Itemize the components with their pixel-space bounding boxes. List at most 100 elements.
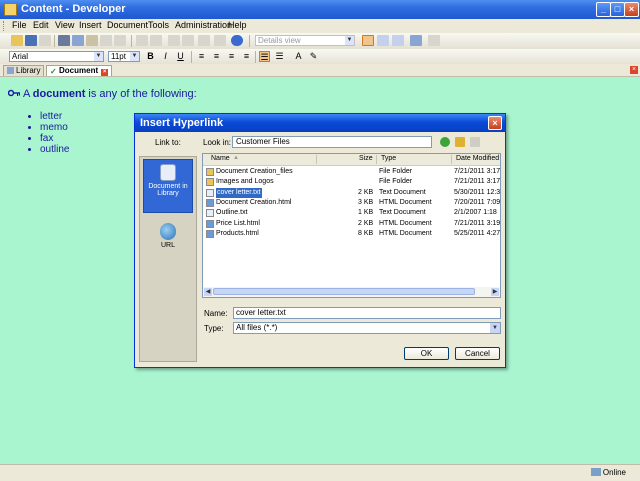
file-row[interactable]: Price List.html 2 KB HTML Document 7/21/201…	[203, 219, 500, 229]
file-row[interactable]: Document Creation.html 3 KB HTML Document 7…	[203, 198, 500, 208]
menu-help[interactable]: Help	[228, 20, 247, 30]
up-folder-icon[interactable]	[455, 137, 465, 147]
column-date-modified[interactable]: Date Modified	[456, 155, 499, 162]
menu-tools[interactable]: Tools	[148, 20, 169, 30]
chevron-down-icon: ▼	[345, 36, 354, 45]
file-date: 7/20/2011 7:09	[454, 198, 500, 206]
delete-icon[interactable]	[100, 35, 112, 46]
list-item: outline	[40, 144, 69, 155]
table-icon[interactable]	[214, 35, 226, 46]
column-size[interactable]: Size	[359, 155, 373, 162]
sidebar-item-document-in-library[interactable]: Document in Library	[143, 159, 193, 213]
copy-icon[interactable]	[72, 35, 84, 46]
menu-administration[interactable]: Administration	[175, 20, 232, 30]
scroll-right-icon[interactable]: ▶	[491, 288, 499, 296]
file-row[interactable]: cover letter.txt 2 KB Text Document 5/30/20…	[203, 187, 500, 198]
network-icon	[590, 468, 601, 476]
column-name[interactable]: Name	[211, 155, 230, 162]
cut-icon[interactable]	[58, 35, 70, 46]
redo-icon[interactable]	[150, 35, 162, 46]
menu-view[interactable]: View	[55, 20, 74, 30]
file-date: 7/21/2011 3:19	[454, 219, 500, 227]
save-icon[interactable]	[25, 35, 37, 46]
look-in-combo[interactable]: Customer Files	[232, 136, 432, 148]
status-bar: Online	[0, 464, 640, 481]
status-online-label: Online	[602, 468, 626, 477]
file-name: Price List.html	[216, 219, 260, 227]
justify-icon[interactable]: ≡	[241, 51, 252, 62]
heading-text-post: is any of the following:	[85, 88, 197, 100]
print-icon[interactable]	[39, 35, 51, 46]
menu-insert[interactable]: Insert	[79, 20, 102, 30]
link-to-label: Link to:	[155, 138, 181, 147]
view-combo-value: Details view	[258, 36, 301, 45]
align-right-icon[interactable]: ≡	[226, 51, 237, 62]
file-name: Products.html	[216, 229, 259, 237]
document-close-icon[interactable]: ×	[630, 66, 638, 74]
horizontal-scrollbar[interactable]: ◀ ▶	[203, 287, 500, 297]
file-row[interactable]: Images and Logos File Folder 7/21/2011 3:1…	[203, 177, 500, 187]
html-file-icon	[206, 229, 214, 238]
sort-ascending-icon: ▲	[233, 155, 239, 161]
new-icon[interactable]	[11, 35, 23, 46]
view-combo[interactable]: Details view ▼	[255, 35, 355, 46]
text-color-icon[interactable]: A	[293, 51, 304, 62]
close-button[interactable]: ×	[624, 2, 639, 17]
type-select[interactable]: All files (*.*) ▼	[233, 322, 501, 334]
file-row[interactable]: Products.html 8 KB HTML Document 5/25/2011 …	[203, 229, 500, 239]
italic-button[interactable]: I	[160, 51, 171, 62]
align-left-icon[interactable]: ≡	[196, 51, 207, 62]
maximize-button[interactable]: □	[610, 2, 625, 17]
publish-icon[interactable]	[410, 35, 422, 46]
bold-button[interactable]: B	[145, 51, 156, 62]
heading-text-pre: A	[23, 88, 33, 100]
tab-document[interactable]: ✓ Document ×	[46, 65, 113, 76]
align-center-icon[interactable]: ≡	[211, 51, 222, 62]
document-bullet-list: letter memo fax outline	[25, 111, 69, 155]
underline-button[interactable]: U	[175, 51, 186, 62]
undo-icon[interactable]	[136, 35, 148, 46]
highlight-icon[interactable]: ✎	[308, 51, 319, 62]
numbered-list-icon[interactable]: ☰	[274, 51, 285, 62]
sidebar-item-url[interactable]: URL	[143, 219, 193, 255]
back-icon[interactable]	[440, 137, 450, 147]
menu-grip	[3, 21, 7, 31]
image-icon[interactable]	[198, 35, 210, 46]
name-input[interactable]: cover letter.txt	[233, 307, 501, 319]
link-icon[interactable]	[168, 35, 180, 46]
tab-library-label: Library	[16, 66, 41, 75]
scroll-left-icon[interactable]: ◀	[204, 288, 212, 296]
unlink-icon[interactable]	[182, 35, 194, 46]
chevron-down-icon: ▼	[130, 52, 139, 61]
font-combo[interactable]: Arial ▼	[9, 51, 104, 62]
file-size: 1 KB	[358, 209, 374, 217]
link-type-panel: Document in Library URL	[139, 156, 197, 362]
layout-columns-icon[interactable]	[392, 35, 404, 46]
bullet-list-icon[interactable]: ☰	[259, 51, 270, 62]
document-icon	[160, 164, 176, 181]
tab-library[interactable]: Library	[3, 65, 45, 76]
toolbar-separator	[249, 35, 250, 47]
properties-icon[interactable]	[428, 35, 440, 46]
cancel-button[interactable]: Cancel	[455, 347, 500, 360]
scroll-thumb[interactable]	[213, 288, 475, 295]
file-list: Name ▲ Size Type Date Modified Document …	[202, 153, 501, 298]
menu-document[interactable]: Document	[107, 20, 148, 30]
tab-close-icon[interactable]: ×	[101, 69, 109, 76]
new-folder-icon[interactable]	[470, 137, 480, 147]
menu-file[interactable]: File	[12, 20, 27, 30]
help-icon[interactable]	[231, 35, 243, 46]
column-type[interactable]: Type	[381, 155, 396, 162]
size-combo[interactable]: 11pt ▼	[108, 51, 140, 62]
layout-split-icon[interactable]	[377, 35, 389, 46]
paste-icon[interactable]	[86, 35, 98, 46]
dialog-close-button[interactable]: ×	[488, 116, 502, 130]
layout-single-icon[interactable]	[362, 35, 374, 46]
toolbar-separator	[54, 35, 55, 47]
find-icon[interactable]	[114, 35, 126, 46]
minimize-button[interactable]: _	[596, 2, 611, 17]
file-row[interactable]: Document Creation_files File Folder 7/21/2…	[203, 167, 500, 177]
file-row[interactable]: Outline.txt 1 KB Text Document 2/1/2007 1:1…	[203, 208, 500, 218]
menu-edit[interactable]: Edit	[33, 20, 49, 30]
ok-button[interactable]: OK	[404, 347, 449, 360]
